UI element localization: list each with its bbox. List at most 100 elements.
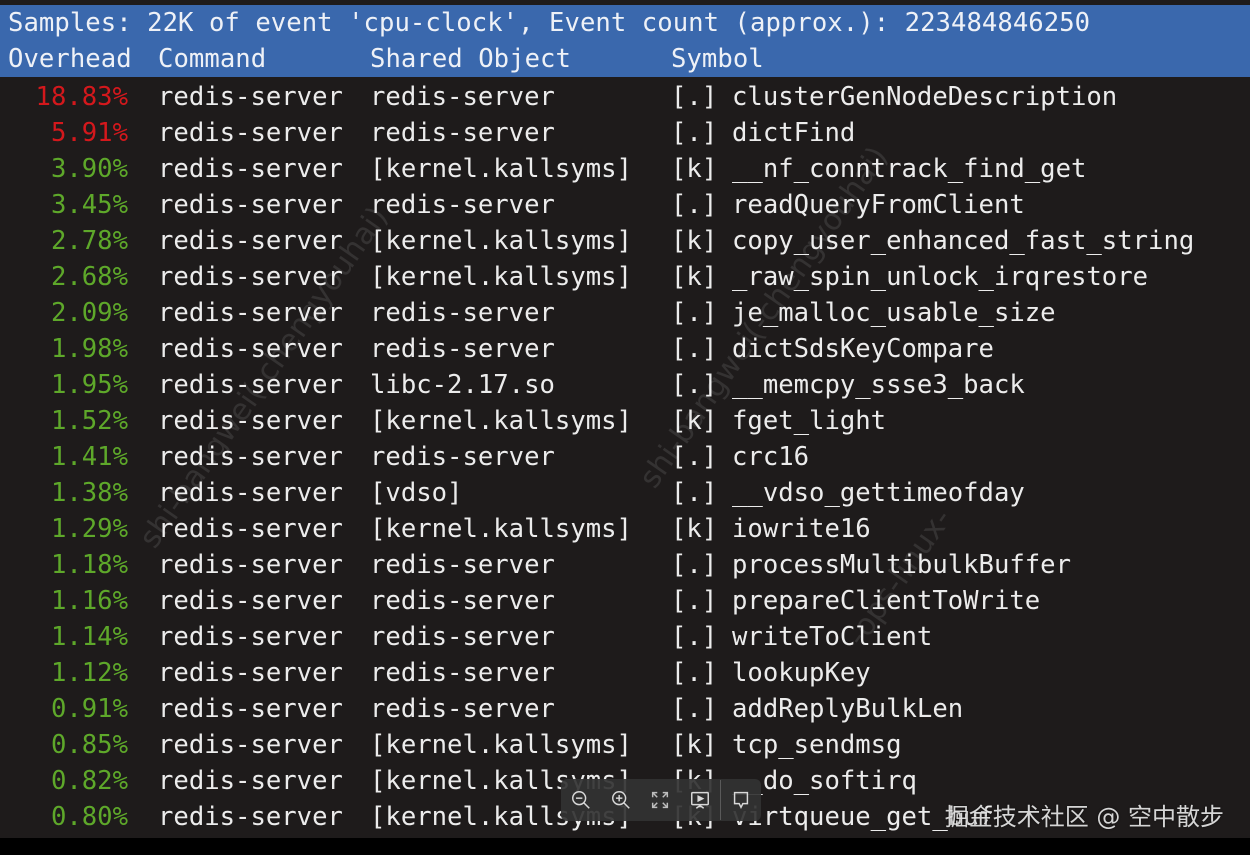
table-row[interactable]: 1.14% redis-server redis-server [.] writeToC… (0, 619, 1250, 655)
table-row[interactable]: 1.12% redis-server redis-server [.] lookupKe… (0, 655, 1250, 691)
symbol-name: copy_user_enhanced_fast_string (732, 226, 1195, 256)
symbol-name: processMultibulkBuffer (732, 550, 1071, 580)
symbol-name: lookupKey (732, 658, 871, 688)
zoom-in-button[interactable] (601, 779, 641, 821)
command-value: redis-server (158, 658, 343, 688)
symbol-name: writeToClient (732, 622, 933, 652)
symbol-type-tag: [k] (671, 262, 718, 292)
zoom-out-icon (571, 791, 590, 809)
shared-object-value: [vdso] (370, 478, 463, 508)
symbol-type-tag: [k] (671, 406, 718, 436)
symbol-name: __memcpy_ssse3_back (732, 370, 1025, 400)
column-header-command[interactable]: Command (158, 41, 266, 77)
table-row[interactable]: 1.41% redis-server redis-server [.] crc16 (0, 439, 1250, 475)
shared-object-value: [kernel.kallsyms] (370, 514, 632, 544)
table-row[interactable]: 5.91% redis-server redis-server [.] dictFind (0, 115, 1250, 151)
overhead-value: 1.95% (50, 370, 128, 400)
overhead-value: 3.90% (50, 154, 128, 184)
command-value: redis-server (158, 190, 343, 220)
symbol-type-tag: [.] (671, 82, 718, 112)
comment-button[interactable] (721, 779, 761, 821)
symbol-name: __vdso_gettimeofday (732, 478, 1025, 508)
symbol-name: dictFind (732, 118, 856, 148)
symbol-type-tag: [.] (671, 622, 718, 652)
shared-object-value: redis-server (370, 658, 555, 688)
present-button[interactable] (680, 779, 720, 821)
overhead-value: 1.98% (50, 334, 128, 364)
overhead-value: 2.09% (50, 298, 128, 328)
symbol-type-tag: [k] (671, 226, 718, 256)
zoom-out-button[interactable] (561, 779, 601, 821)
table-row[interactable]: 18.83% redis-server redis-server [.] cluster… (0, 79, 1250, 115)
table-row[interactable]: 3.90% redis-server [kernel.kallsyms] [k] __n… (0, 151, 1250, 187)
symbol-name: clusterGenNodeDescription (732, 82, 1118, 112)
overhead-value: 0.82% (50, 766, 128, 796)
shared-object-value: redis-server (370, 298, 555, 328)
command-value: redis-server (158, 478, 343, 508)
table-row[interactable]: 1.52% redis-server [kernel.kallsyms] [k] fge… (0, 403, 1250, 439)
symbol-name: iowrite16 (732, 514, 871, 544)
symbol-name: fget_light (732, 406, 887, 436)
symbol-name: tcp_sendmsg (732, 730, 902, 760)
table-row[interactable]: 2.68% redis-server [kernel.kallsyms] [k] _ra… (0, 259, 1250, 295)
table-row[interactable]: 0.85% redis-server [kernel.kallsyms] [k] tcp… (0, 727, 1250, 763)
symbol-name: __nf_conntrack_find_get (732, 154, 1087, 184)
table-row[interactable]: 1.29% redis-server [kernel.kallsyms] [k] iow… (0, 511, 1250, 547)
table-row[interactable]: 1.16% redis-server redis-server [.] prepareC… (0, 583, 1250, 619)
fit-screen-button[interactable] (641, 779, 681, 821)
overhead-value: 1.16% (50, 586, 128, 616)
symbol-type-tag: [.] (671, 478, 718, 508)
overhead-value: 1.18% (50, 550, 128, 580)
table-row[interactable]: 0.91% redis-server redis-server [.] addReply… (0, 691, 1250, 727)
command-value: redis-server (158, 442, 343, 472)
shared-object-value: [kernel.kallsyms] (370, 154, 632, 184)
overhead-value: 2.78% (50, 226, 128, 256)
command-value: redis-server (158, 370, 343, 400)
overhead-value: 1.52% (50, 406, 128, 436)
zoom-in-icon (611, 791, 630, 809)
shared-object-value: redis-server (370, 442, 555, 472)
command-value: redis-server (158, 802, 343, 832)
column-headers: Overhead Command Shared Object Symbol (8, 41, 1248, 77)
table-row[interactable]: 2.78% redis-server [kernel.kallsyms] [k] cop… (0, 223, 1250, 259)
overhead-value: 1.12% (50, 658, 128, 688)
column-header-symbol[interactable]: Symbol (671, 41, 764, 77)
symbol-name: readQueryFromClient (732, 190, 1025, 220)
symbol-type-tag: [.] (671, 370, 718, 400)
shared-object-value: redis-server (370, 550, 555, 580)
overhead-value: 3.45% (50, 190, 128, 220)
table-row[interactable]: 1.95% redis-server libc-2.17.so [.] __memcpy… (0, 367, 1250, 403)
table-row[interactable]: 1.38% redis-server [vdso] [.] __vdso_gettime… (0, 475, 1250, 511)
perf-top-terminal: Samples: 22K of event 'cpu-clock', Event… (0, 0, 1250, 838)
overhead-value: 1.41% (50, 442, 128, 472)
table-row[interactable]: 2.09% redis-server redis-server [.] je_mallo… (0, 295, 1250, 331)
symbol-type-tag: [.] (671, 550, 718, 580)
overhead-value: 0.80% (50, 802, 128, 832)
command-value: redis-server (158, 586, 343, 616)
command-value: redis-server (158, 406, 343, 436)
symbol-type-tag: [.] (671, 298, 718, 328)
table-row[interactable]: 3.45% redis-server redis-server [.] readQuer… (0, 187, 1250, 223)
symbol-type-tag: [k] (671, 730, 718, 760)
column-header-overhead[interactable]: Overhead (8, 41, 132, 77)
image-viewer-toolbar (561, 779, 761, 821)
overhead-value: 1.29% (50, 514, 128, 544)
slideshow-icon (691, 791, 710, 809)
symbol-name: dictSdsKeyCompare (732, 334, 994, 364)
symbol-type-tag: [.] (671, 586, 718, 616)
shared-object-value: redis-server (370, 118, 555, 148)
overhead-value: 1.38% (50, 478, 128, 508)
symbol-type-tag: [k] (671, 514, 718, 544)
symbol-type-tag: [k] (671, 154, 718, 184)
column-header-shared-object[interactable]: Shared Object (370, 41, 571, 77)
symbol-name: crc16 (732, 442, 810, 472)
shared-object-value: redis-server (370, 334, 555, 364)
symbol-type-tag: [.] (671, 334, 718, 364)
symbol-type-tag: [.] (671, 190, 718, 220)
shared-object-value: redis-server (370, 622, 555, 652)
fullscreen-icon (652, 791, 669, 809)
table-row[interactable]: 1.98% redis-server redis-server [.] dictSdsK… (0, 331, 1250, 367)
command-value: redis-server (158, 154, 343, 184)
table-row[interactable]: 1.18% redis-server redis-server [.] processM… (0, 547, 1250, 583)
symbol-name: _raw_spin_unlock_irqrestore (732, 262, 1149, 292)
